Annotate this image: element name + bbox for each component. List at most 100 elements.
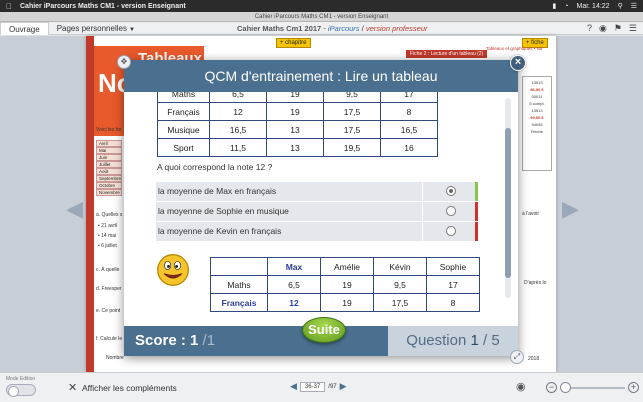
page-range-input[interactable]: 36-37 xyxy=(299,381,326,392)
table-header-cell: Amélie xyxy=(320,257,374,276)
page-text-snippet: • 6 juillet xyxy=(98,243,117,249)
resize-handle-icon[interactable]: ⤢ xyxy=(510,350,524,364)
side-box-line: 13513 xyxy=(531,108,543,113)
table-header-cell-highlight: Max xyxy=(267,257,321,276)
answer-divider xyxy=(422,182,423,201)
page-text-snippet: D'après lo xyxy=(524,280,547,286)
tab-pages-personnelles[interactable]: Pages personnelles ▼ xyxy=(49,22,143,35)
question-counter: Question 1 / 5 xyxy=(388,326,518,356)
bookmark-icon[interactable]: ⚑ xyxy=(614,22,622,35)
radio-selected[interactable] xyxy=(446,186,456,196)
move-handle-icon[interactable]: ✥ xyxy=(117,55,131,69)
document-title-iparcours: iParcours xyxy=(327,24,360,33)
side-box-line: 13513 xyxy=(531,80,543,85)
table-cell-highlight: 12 xyxy=(267,293,321,312)
chevron-down-icon: ▼ xyxy=(128,26,135,33)
fiche-subtitle: Tableaux et graphiques • N6 xyxy=(486,46,543,51)
table-cell: 8 xyxy=(426,293,480,312)
wifi-icon[interactable]: ◔ xyxy=(564,3,568,10)
add-chapitre-button[interactable]: + chapitre xyxy=(276,38,311,48)
score-denominator: /1 xyxy=(202,332,216,349)
modal-body: Maths 6,5 19 9,5 17 Français 12 19 17,5 … xyxy=(124,92,518,327)
search-icon[interactable]: ⚲ xyxy=(618,2,623,10)
toolbar-icons: ? ◉ ⚑ ☰ xyxy=(587,22,637,35)
tab-ouvrage[interactable]: Ouvrage xyxy=(0,21,49,35)
mode-edition-label: Mode Edition xyxy=(6,376,36,382)
table-cell: 13 xyxy=(266,138,324,157)
table-row: Musique 16,5 13 17,5 16,5 xyxy=(157,120,438,139)
table-header-row: Max Amélie Kévin Sophie xyxy=(210,257,480,276)
month-cell: Septembre xyxy=(96,175,122,182)
month-cell: Juin xyxy=(96,154,122,161)
answer-divider xyxy=(422,222,423,241)
table-cell-highlight: Français xyxy=(210,293,268,312)
modal-scrollbar[interactable] xyxy=(505,98,511,298)
camera-icon[interactable]: ◉ xyxy=(516,380,526,393)
answer-option[interactable]: la moyenne de Max en français xyxy=(156,182,478,201)
month-cell: Avril xyxy=(96,140,122,147)
document-title: Cahier Maths Cm1 2017 - iParcours / vers… xyxy=(237,22,428,35)
question-icon[interactable]: ? xyxy=(587,22,592,35)
table-cell: 19 xyxy=(320,293,374,312)
show-complements-button[interactable]: Afficher les compléments xyxy=(82,383,177,393)
table-header-cell: Kévin xyxy=(373,257,427,276)
page-text-snippet: c. À quelle xyxy=(96,267,120,273)
tab-ouvrage-label: Ouvrage xyxy=(9,24,40,34)
table-cell: Sport xyxy=(157,138,210,157)
month-cell: Juillet xyxy=(96,161,122,168)
answer-option[interactable]: la moyenne de Kevin en français xyxy=(156,222,478,241)
menu-list-icon[interactable]: ☰ xyxy=(631,2,637,10)
side-box-price: 86,00 € xyxy=(530,87,544,92)
side-box-line: Fléche xyxy=(530,129,543,134)
table-row: Français 12 19 17,5 8 xyxy=(210,293,480,312)
next-page-arrow-icon[interactable]: ▶ xyxy=(562,195,579,223)
page-navigator: ◀ 36-37 /97 ▶ xyxy=(290,381,347,392)
menubar-app-name[interactable]: Cahier iParcours Maths CM1 - version Ens… xyxy=(20,3,186,10)
side-box-price: 69,00 € xyxy=(530,115,544,120)
previous-page-arrow-icon[interactable]: ◀ xyxy=(66,195,83,223)
eye-icon[interactable]: ◉ xyxy=(599,22,607,35)
radio-unselected[interactable] xyxy=(446,226,456,236)
qcm-modal: QCM d'entrainement : Lire un tableau Mat… xyxy=(124,60,518,356)
document-title-main: Cahier Maths Cm1 2017 xyxy=(237,24,322,33)
next-page-icon[interactable]: ▶ xyxy=(340,381,347,392)
side-price-box: 13513 86,00 € 00011 5 compt. 13513 69,00… xyxy=(522,76,552,171)
close-icon[interactable]: × xyxy=(510,55,526,71)
answer-label: la moyenne de Max en français xyxy=(158,186,277,196)
zoom-slider[interactable]: − + xyxy=(546,382,641,394)
radio-unselected[interactable] xyxy=(446,206,456,216)
zoom-in-icon[interactable]: + xyxy=(628,382,639,393)
table-row: Maths 6,5 19 9,5 17 xyxy=(210,275,480,294)
zoom-out-icon[interactable]: − xyxy=(546,382,557,393)
table-cell: Maths xyxy=(157,92,210,103)
table-cell: 17,5 xyxy=(373,293,427,312)
answer-divider xyxy=(422,202,423,221)
menubar-status-area: ▮ ◔ Mar. 14:22 ⚲ ☰ xyxy=(552,2,637,11)
scores-table-bottom: Max Amélie Kévin Sophie Maths 6,5 19 9,5… xyxy=(210,257,480,312)
zoom-knob[interactable] xyxy=(560,382,571,393)
table-cell: 17 xyxy=(380,92,438,103)
answer-status-bar xyxy=(475,202,478,221)
apple-icon[interactable]:  xyxy=(6,2,12,11)
menu-icon[interactable]: ☰ xyxy=(629,22,637,35)
prev-page-icon[interactable]: ◀ xyxy=(290,381,297,392)
page-intro-text: Voici les ho xyxy=(96,127,122,133)
suite-button[interactable]: Suite xyxy=(302,317,346,343)
scrollbar-thumb[interactable] xyxy=(505,128,511,278)
months-table: Avril Mai Juin Juillet Août Septembre Oc… xyxy=(96,140,122,196)
score-display: Score : 1 /1 xyxy=(135,326,215,356)
table-row: Sport 11,5 13 19,5 16 xyxy=(157,138,438,157)
table-cell: 17,5 xyxy=(323,120,381,139)
battery-icon[interactable]: ▮ xyxy=(552,2,556,10)
page-left-strip xyxy=(86,36,94,372)
answer-option[interactable]: la moyenne de Sophie en musique xyxy=(156,202,478,221)
page-text-snippet: • 14 mai xyxy=(98,233,117,239)
score-label: Score : 1 xyxy=(135,332,199,349)
table-row: Maths 6,5 19 9,5 17 xyxy=(157,92,438,103)
table-cell: 17,5 xyxy=(323,102,381,121)
close-x-icon[interactable]: ✕ xyxy=(68,381,77,394)
clock[interactable]: Mar. 14:22 xyxy=(577,3,610,10)
side-box-line: 5 compt. xyxy=(529,101,545,106)
table-cell: 16 xyxy=(380,138,438,157)
mode-edition-toggle[interactable] xyxy=(6,384,36,397)
